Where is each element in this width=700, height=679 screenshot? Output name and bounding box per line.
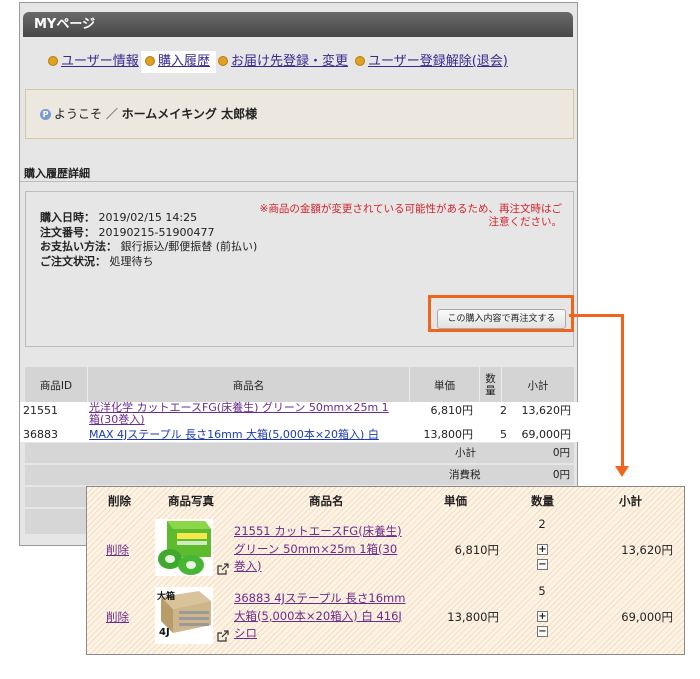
external-link-icon[interactable] xyxy=(217,630,229,642)
connector-line xyxy=(569,314,624,317)
col-header-id: 商品ID xyxy=(25,367,88,403)
cell-subtotal: 13,620円 xyxy=(521,404,572,417)
mypage-header: MYページ xyxy=(23,12,573,37)
cell-name[interactable]: 光洋化学 カットエースFG(床養生) グリーン 50mm×25m 1箱(30巻入… xyxy=(89,402,399,426)
order-number-label: 注文番号： xyxy=(40,225,95,239)
mypage-nav: ユーザー情報 購入履歴 お届け先登録・変更 ユーザー登録解除(退会) xyxy=(20,51,579,73)
nav-item-delivery[interactable]: お届け先登録・変更 xyxy=(218,51,348,73)
nav-item-unregister[interactable]: ユーザー登録解除(退会) xyxy=(355,51,508,73)
cell-price: 6,810円 xyxy=(430,404,474,417)
col-header-name: 商品名 xyxy=(88,367,410,403)
nav-link-purchase-history[interactable]: 購入履歴 xyxy=(158,54,210,69)
product-label: 4J xyxy=(159,627,170,638)
external-link-icon[interactable] xyxy=(217,563,229,575)
cart-price: 13,800円 xyxy=(447,610,499,624)
cart-header-delete: 削除 xyxy=(108,494,131,508)
cart-subtotal: 13,620円 xyxy=(621,543,673,557)
col-header-subtotal: 小計 xyxy=(527,379,549,392)
cell-price: 13,800円 xyxy=(423,428,474,441)
order-detail-box: 購入日時： 2019/02/15 14:25 注文番号： 20190215-51… xyxy=(25,191,574,347)
cart-header-qty: 数量 xyxy=(531,494,554,508)
cart-product-link[interactable]: 36883 4Jステープル 長さ16mm 大箱(5,000本×20箱入) 白 4… xyxy=(234,591,405,640)
cart-header-subtotal: 小計 xyxy=(619,494,642,508)
summary-value: 0円 xyxy=(552,447,570,459)
order-date-value: 2019/02/15 14:25 xyxy=(98,211,198,224)
bullet-icon xyxy=(218,55,228,66)
price-change-notice: ※商品の金額が変更されている可能性があるため、再注文時はご注意ください。 xyxy=(259,203,562,228)
welcome-prefix: ようこそ ／ xyxy=(54,107,122,121)
cart-subtotal: 69,000円 xyxy=(621,610,673,624)
summary-value: 0円 xyxy=(552,469,570,481)
cell-id: 21551 xyxy=(23,404,58,417)
minus-icon[interactable]: − xyxy=(537,626,548,637)
minus-icon[interactable]: − xyxy=(537,559,548,570)
nav-link-user-info[interactable]: ユーザー情報 xyxy=(61,54,139,69)
table-row: 21551 光洋化学 カットエースFG(床養生) グリーン 50mm×25m 1… xyxy=(20,402,579,428)
point-icon: P xyxy=(40,109,51,120)
welcome-box: P ようこそ ／ ホームメイキング 太郎様 xyxy=(25,89,574,139)
cell-qty: 2 xyxy=(500,404,507,417)
cart-product-name[interactable]: 21551 カットエースFG(床養生) グリーン 50mm×25m 1箱(30巻… xyxy=(234,523,406,576)
arrow-down-icon xyxy=(615,466,629,477)
cart-header-price: 単価 xyxy=(444,494,467,508)
product-thumbnail[interactable]: 大箱 4J xyxy=(155,587,213,644)
bullet-icon xyxy=(145,55,155,66)
summary-label: 消費税 xyxy=(449,469,481,481)
delete-link[interactable]: 削除 xyxy=(106,542,129,558)
col-header-price: 単価 xyxy=(410,367,480,403)
history-table-header: 商品ID 商品名 単価 数量 小計 xyxy=(25,367,574,403)
cart-header-name: 商品名 xyxy=(309,494,344,508)
cart-qty: 5 xyxy=(538,584,546,598)
product-badge: 大箱 xyxy=(157,592,176,602)
cart-price: 6,810円 xyxy=(454,543,499,557)
cart-qty: 2 xyxy=(538,517,546,531)
order-date-label: 購入日時： xyxy=(40,211,95,224)
summary-row-tax: 消費税 0円 xyxy=(25,465,574,485)
plus-icon[interactable]: + xyxy=(537,611,548,622)
order-info: 購入日時： 2019/02/15 14:25 注文番号： 20190215-51… xyxy=(40,211,257,269)
payment-method-value: 銀行振込/郵便振替 (前払い) xyxy=(120,240,258,253)
table-row: 36883 MAX 4Jステープル 長さ16mm 大箱(5,000本×20箱入)… xyxy=(20,428,579,442)
nav-item-user-info[interactable]: ユーザー情報 xyxy=(48,51,139,73)
plus-icon[interactable]: + xyxy=(537,544,548,555)
payment-method-label: お支払い方法： xyxy=(40,240,117,253)
bullet-icon xyxy=(355,55,365,66)
summary-label: 小計 xyxy=(455,447,476,459)
cell-id: 36883 xyxy=(23,428,58,441)
section-title: 購入履歴詳細 xyxy=(24,167,90,180)
cart-product-link[interactable]: 21551 カットエースFG(床養生) グリーン 50mm×25m 1箱(30巻… xyxy=(234,524,402,573)
bullet-icon xyxy=(48,55,58,66)
cell-subtotal: 69,000円 xyxy=(521,428,572,441)
divider xyxy=(20,181,577,182)
cart-header-photo: 商品写真 xyxy=(168,494,214,508)
delete-link[interactable]: 削除 xyxy=(106,609,129,625)
product-thumbnail[interactable] xyxy=(155,519,213,576)
order-status-label: ご注文状況： xyxy=(40,254,106,268)
cell-name[interactable]: MAX 4Jステープル 長さ16mm 大箱(5,000本×20箱入) 白 xyxy=(89,428,379,442)
nav-item-purchase-history[interactable]: 購入履歴 xyxy=(141,51,217,73)
order-number-value: 20190215-51900477 xyxy=(98,225,215,239)
connector-line xyxy=(621,314,624,466)
summary-row-subtotal: 小計 0円 xyxy=(25,443,574,463)
product-link[interactable]: 光洋化学 カットエースFG(床養生) グリーン 50mm×25m 1箱(30巻入… xyxy=(89,401,389,426)
tape-product-image xyxy=(155,519,213,576)
product-link[interactable]: MAX 4Jステープル 長さ16mm 大箱(5,000本×20箱入) 白 xyxy=(89,428,379,441)
welcome-username: ホームメイキング 太郎様 xyxy=(121,107,258,121)
cart-product-name[interactable]: 36883 4Jステープル 長さ16mm 大箱(5,000本×20箱入) 白 4… xyxy=(234,590,406,643)
reorder-button[interactable]: この購入内容で再注文する xyxy=(437,309,566,329)
nav-link-delivery[interactable]: お届け先登録・変更 xyxy=(231,54,348,69)
nav-link-unregister[interactable]: ユーザー登録解除(退会) xyxy=(368,54,508,69)
col-header-qty: 数量 xyxy=(480,367,502,403)
cart-panel: 削除 商品写真 商品名 単価 数量 小計 削除 21551 カットエースFG(床… xyxy=(86,486,685,655)
cell-qty: 5 xyxy=(500,428,507,441)
mypage-window: MYページ ユーザー情報 購入履歴 お届け先登録・変更 ユーザー登録解除(退会)… xyxy=(19,2,579,546)
order-status-value: 処理待ち xyxy=(109,254,154,268)
